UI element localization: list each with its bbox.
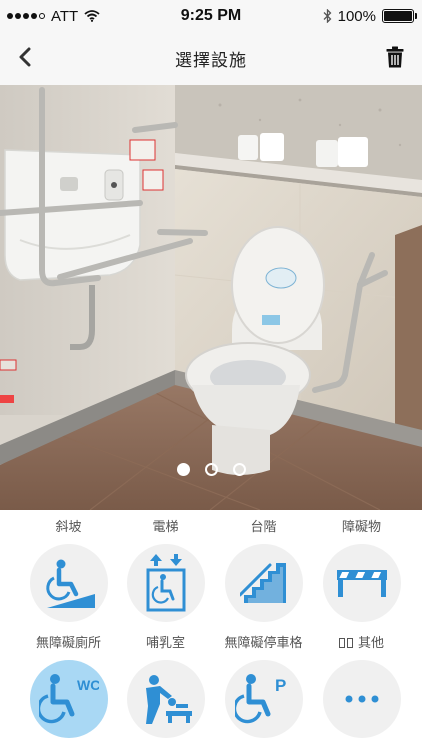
facility-photo xyxy=(0,85,422,510)
back-button[interactable] xyxy=(10,42,40,72)
facility-label: 無障礙停車格 xyxy=(224,635,303,650)
nursing-room-icon xyxy=(145,675,192,724)
facility-accessible-toilet: 無障礙廁所 WC xyxy=(16,634,121,738)
nav-bar: 選擇設施 xyxy=(0,32,422,85)
facility-button-stairs[interactable] xyxy=(224,544,303,622)
facility-stairs: 台階 xyxy=(211,518,316,622)
facility-button-accessible-toilet[interactable]: WC xyxy=(29,660,108,738)
facility-ramp: 斜坡 xyxy=(16,518,121,622)
facility-button-nursing-room[interactable] xyxy=(126,660,205,738)
facility-label: 斜坡 xyxy=(55,519,82,534)
facility-button-elevator[interactable] xyxy=(126,544,205,622)
carousel-pager[interactable] xyxy=(0,463,422,476)
facility-button-accessible-parking[interactable]: P xyxy=(224,660,303,738)
facility-label: 電梯 xyxy=(152,519,179,534)
obstacle-icon xyxy=(336,570,387,597)
delete-button[interactable] xyxy=(380,42,410,72)
facility-label-row: 其他 xyxy=(309,634,414,652)
accessible-toilet-icon: WC xyxy=(38,674,99,724)
facility-label: 障礙物 xyxy=(341,519,381,534)
facility-button-ramp[interactable] xyxy=(29,544,108,622)
page-title: 選擇設施 xyxy=(175,51,247,70)
battery-icon xyxy=(382,9,417,23)
chevron-left-icon xyxy=(19,47,31,67)
trash-icon xyxy=(386,46,404,68)
facility-grid: 斜坡 電梯 台階 障礙物 無障礙廁所 WC 哺乳室 無障礙停車格 P 其他 xyxy=(0,510,422,744)
facility-other: 其他 xyxy=(309,634,414,738)
facility-button-other[interactable] xyxy=(322,660,401,738)
bluetooth-icon xyxy=(323,9,332,23)
facility-nursing-room: 哺乳室 xyxy=(113,634,218,738)
status-right: 100% xyxy=(323,0,417,32)
elevator-icon xyxy=(146,554,185,612)
status-bar: ATT 9:25 PM 100% xyxy=(0,0,422,32)
facility-label: 哺乳室 xyxy=(145,635,185,650)
ramp-icon xyxy=(45,559,95,608)
facility-label: 其他 xyxy=(357,635,384,650)
facility-obstacle: 障礙物 xyxy=(309,518,414,622)
page-indicator-1[interactable] xyxy=(176,463,190,476)
facility-photo-carousel[interactable] xyxy=(0,85,422,510)
empty-box-icon xyxy=(338,638,345,648)
more-icon xyxy=(345,695,378,703)
facility-accessible-parking: 無障礙停車格 P xyxy=(211,634,316,738)
accessible-parking-icon: P xyxy=(234,674,286,724)
facility-elevator: 電梯 xyxy=(113,518,218,622)
facility-button-obstacle[interactable] xyxy=(322,544,401,622)
empty-box-icon xyxy=(346,638,353,648)
page-indicator-3[interactable] xyxy=(232,463,246,476)
p-text: P xyxy=(275,676,286,695)
facility-label: 無障礙廁所 xyxy=(35,635,101,650)
stairs-icon xyxy=(239,563,286,603)
page-indicator-2[interactable] xyxy=(204,463,218,476)
battery-percent: 100% xyxy=(337,7,376,25)
wc-text: WC xyxy=(77,677,99,693)
facility-label: 台階 xyxy=(250,519,277,534)
